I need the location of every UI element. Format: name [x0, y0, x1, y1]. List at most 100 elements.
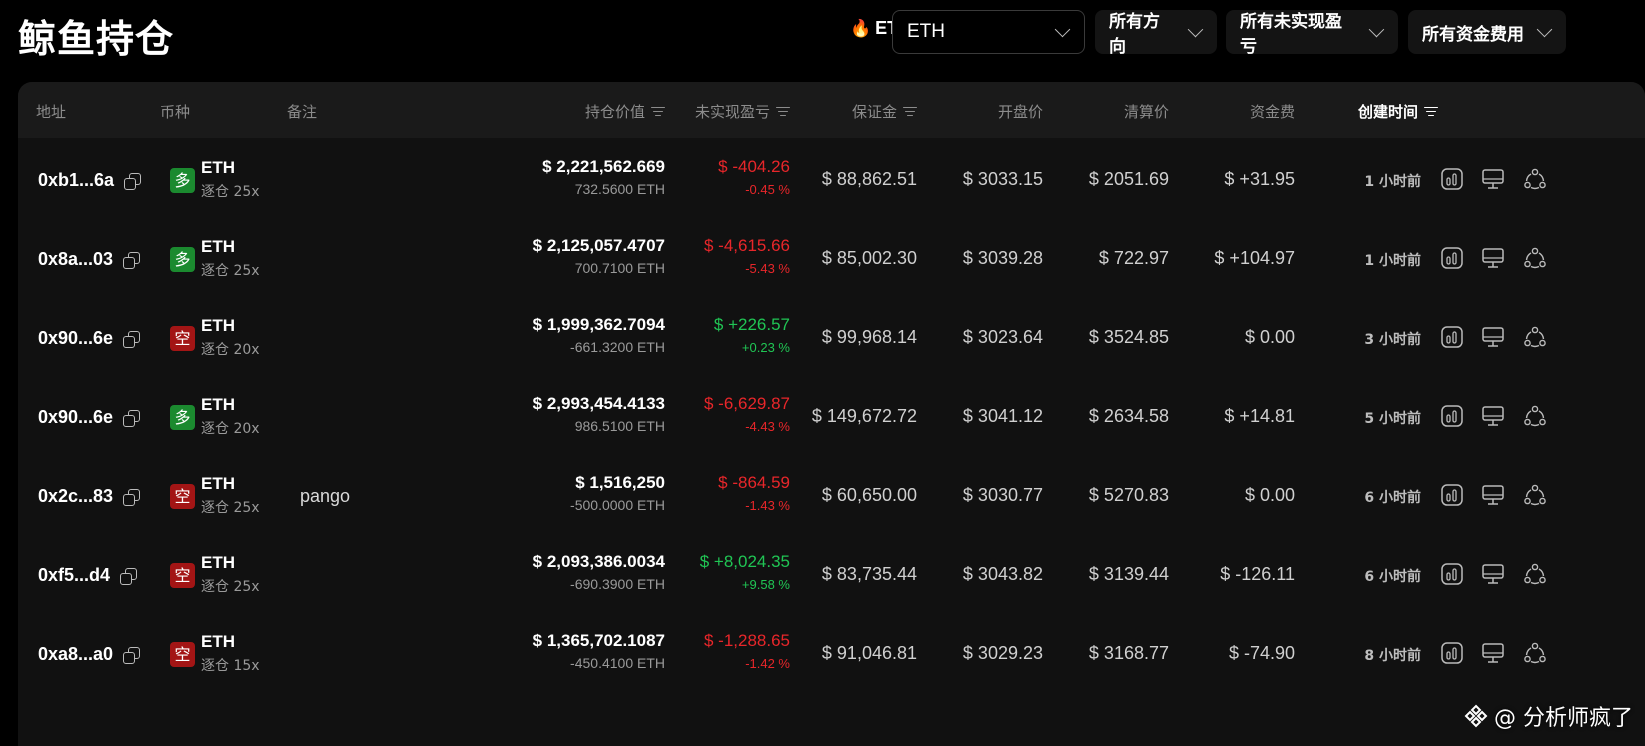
table-row[interactable]: 0x2c...83 空 ETH 逐仓 25x pango $ 1,516,250… — [18, 454, 1645, 537]
table-row[interactable]: 0x90...6e 多 ETH 逐仓 20x $ 2,993,454.4133 … — [18, 375, 1645, 458]
header-created[interactable]: 创建时间 — [1358, 101, 1438, 122]
created-time: 5 小时前 — [1364, 411, 1421, 427]
address-text[interactable]: 0xf5...d4 — [38, 565, 110, 586]
table-row[interactable]: 0x90...6e 空 ETH 逐仓 20x $ 1,999,362.7094 … — [18, 296, 1645, 379]
table-row[interactable]: 0xa8...a0 空 ETH 逐仓 15x $ 1,365,702.1087 … — [18, 612, 1645, 695]
header-margin[interactable]: 保证金 — [852, 101, 917, 122]
share-icon[interactable] — [1523, 483, 1547, 507]
funding-filter[interactable]: 所有资金费用 — [1408, 10, 1566, 54]
header-pnl[interactable]: 未实现盈亏 — [695, 101, 790, 122]
pnl-value: $ -1,288.65 — [703, 631, 790, 650]
share-icon[interactable] — [1523, 246, 1547, 270]
chart-icon[interactable] — [1440, 641, 1464, 665]
margin-cell: $ 83,735.44 — [821, 564, 917, 584]
open-price-cell: $ 3043.82 — [962, 564, 1043, 584]
chart-icon[interactable] — [1440, 562, 1464, 586]
header-value[interactable]: 持仓价值 — [585, 101, 665, 122]
position-size: -690.3900 ETH — [570, 576, 665, 592]
chart-icon[interactable] — [1440, 167, 1464, 191]
header-open-price: 开盘价 — [997, 103, 1043, 121]
address-cell[interactable]: 0xf5...d4 — [38, 565, 138, 586]
address-cell[interactable]: 0xb1...6a — [38, 170, 142, 191]
monitor-icon[interactable] — [1481, 483, 1505, 507]
copy-icon[interactable] — [123, 409, 141, 427]
header-coin: 币种 — [160, 103, 191, 121]
chart-icon[interactable] — [1440, 404, 1464, 428]
chart-icon[interactable] — [1440, 483, 1464, 507]
created-time: 1 小时前 — [1364, 174, 1421, 190]
leverage-label: 逐仓 25x — [201, 263, 260, 279]
chart-icon[interactable] — [1440, 246, 1464, 270]
address-cell[interactable]: 0x8a...03 — [38, 249, 141, 270]
address-cell[interactable]: 0xa8...a0 — [38, 644, 141, 665]
copy-icon[interactable] — [123, 330, 141, 348]
copy-icon[interactable] — [123, 646, 141, 664]
share-icon[interactable] — [1523, 167, 1547, 191]
position-size: -500.0000 ETH — [570, 497, 665, 513]
open-price-cell: $ 3033.15 — [962, 169, 1043, 189]
open-price-cell: $ 3030.77 — [962, 485, 1043, 505]
leverage-label: 逐仓 20x — [201, 421, 260, 437]
address-cell[interactable]: 0x90...6e — [38, 328, 141, 349]
address-text[interactable]: 0xa8...a0 — [38, 644, 113, 665]
monitor-icon[interactable] — [1481, 325, 1505, 349]
created-time: 6 小时前 — [1364, 490, 1421, 506]
open-price-cell: $ 3023.64 — [962, 327, 1043, 347]
share-icon[interactable] — [1523, 325, 1547, 349]
coin-select-value: ETH — [907, 21, 945, 42]
chart-icon[interactable] — [1440, 325, 1464, 349]
funding-cell: $ 0.00 — [1244, 327, 1295, 347]
address-text[interactable]: 0xb1...6a — [38, 170, 114, 191]
address-text[interactable]: 0x90...6e — [38, 407, 113, 428]
chevron-down-icon — [1536, 21, 1553, 37]
table-row[interactable]: 0x8a...03 多 ETH 逐仓 25x $ 2,125,057.4707 … — [18, 217, 1645, 300]
address-cell[interactable]: 0x90...6e — [38, 407, 141, 428]
position-value: $ 1,516,250 — [575, 473, 665, 492]
header-created-label: 创建时间 — [1357, 103, 1418, 121]
monitor-icon[interactable] — [1481, 562, 1505, 586]
positions-table: 地址 币种 备注 持仓价值 未实现盈亏 保证金 开盘价 清算价 资金费 创建时间… — [18, 82, 1645, 746]
coin-symbol: ETH — [201, 632, 235, 651]
address-cell[interactable]: 0x2c...83 — [38, 486, 141, 507]
position-value: $ 1,999,362.7094 — [532, 315, 665, 334]
chevron-down-icon — [1187, 21, 1204, 37]
address-text[interactable]: 0x2c...83 — [38, 486, 113, 507]
copy-icon[interactable] — [120, 567, 138, 585]
share-icon[interactable] — [1523, 404, 1547, 428]
monitor-icon[interactable] — [1481, 246, 1505, 270]
share-icon[interactable] — [1523, 562, 1547, 586]
pnl-filter[interactable]: 所有未实现盈亏 — [1226, 10, 1398, 57]
coin-select[interactable]: ETH — [892, 10, 1085, 54]
liq-price-cell: $ 5270.83 — [1088, 485, 1169, 505]
table-row[interactable]: 0xf5...d4 空 ETH 逐仓 25x $ 2,093,386.0034 … — [18, 533, 1645, 616]
liq-price-cell: $ 3524.85 — [1088, 327, 1169, 347]
table-row[interactable]: 0xb1...6a 多 ETH 逐仓 25x $ 2,221,562.669 7… — [18, 138, 1645, 221]
direction-filter[interactable]: 所有方向 — [1095, 10, 1217, 57]
pnl-percent: +0.23 % — [741, 340, 790, 355]
open-price-cell: $ 3041.12 — [962, 406, 1043, 426]
share-icon[interactable] — [1523, 641, 1547, 665]
value-cell: $ 2,221,562.669 732.5600 ETH — [542, 157, 665, 197]
address-text[interactable]: 0x90...6e — [38, 328, 113, 349]
created-time: 3 小时前 — [1364, 332, 1421, 348]
header-pnl-label: 未实现盈亏 — [694, 103, 770, 121]
side-badge: 空 — [170, 642, 195, 667]
note-cell: pango — [300, 486, 351, 506]
coin-cell: ETH 逐仓 20x — [201, 395, 260, 438]
coin-symbol: ETH — [201, 316, 235, 335]
monitor-icon[interactable] — [1481, 404, 1505, 428]
funding-cell: $ +14.81 — [1224, 406, 1295, 426]
address-text[interactable]: 0x8a...03 — [38, 249, 113, 270]
position-value: $ 2,993,454.4133 — [532, 394, 665, 413]
leverage-label: 逐仓 15x — [201, 658, 260, 674]
liq-price-cell: $ 3139.44 — [1088, 564, 1169, 584]
copy-icon[interactable] — [124, 172, 142, 190]
position-size: 732.5600 ETH — [574, 181, 665, 197]
copy-icon[interactable] — [123, 488, 141, 506]
position-size: -450.4100 ETH — [570, 655, 665, 671]
created-time: 6 小时前 — [1364, 569, 1421, 585]
copy-icon[interactable] — [123, 251, 141, 269]
monitor-icon[interactable] — [1481, 641, 1505, 665]
sort-icon — [776, 106, 790, 117]
monitor-icon[interactable] — [1481, 167, 1505, 191]
